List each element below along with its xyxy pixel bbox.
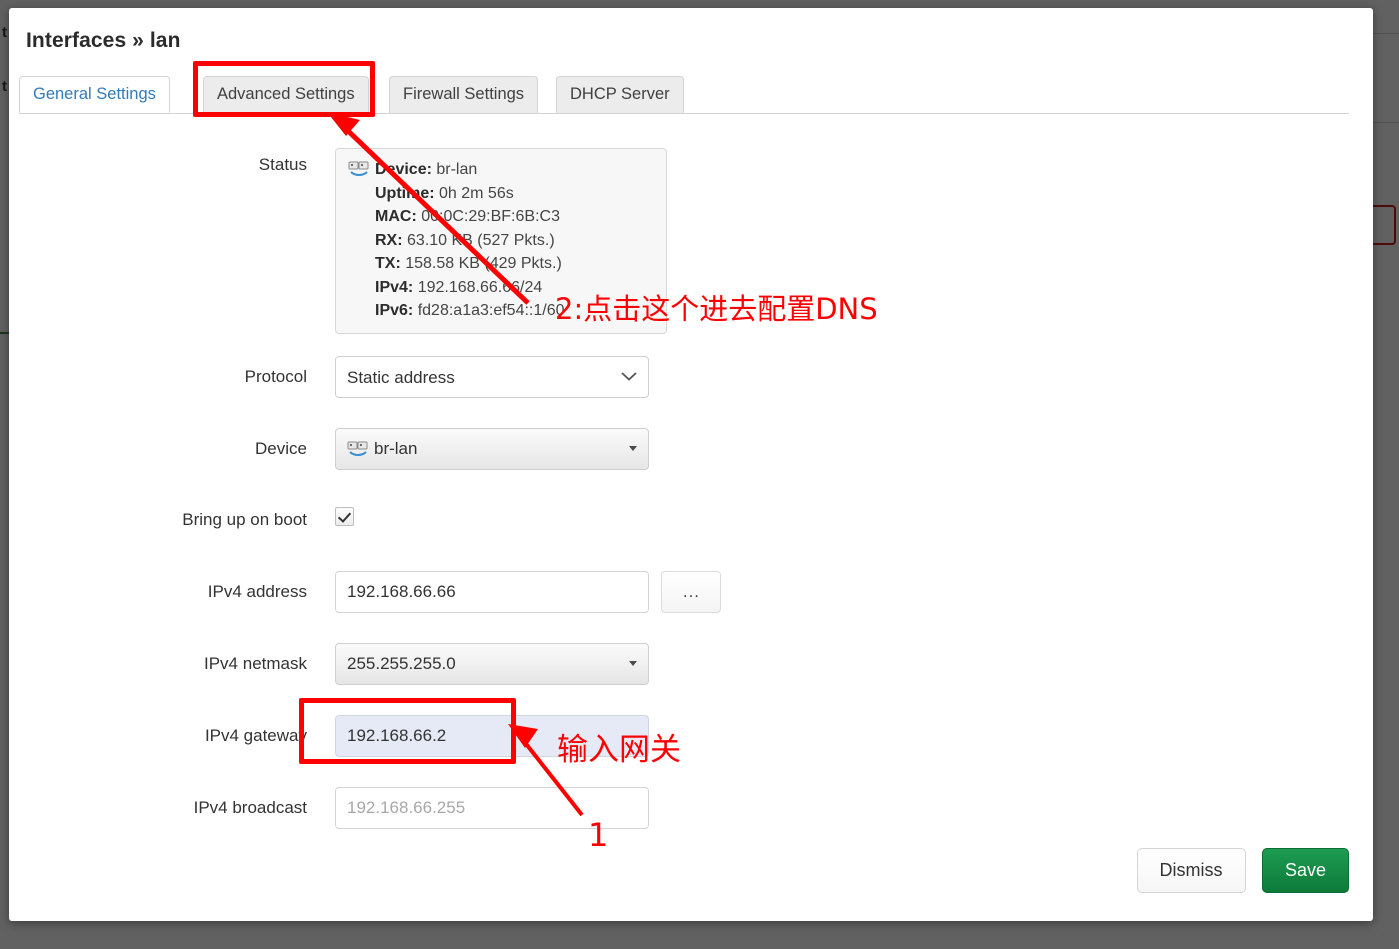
status-value-mac: 00:0C:29:BF:6B:C3 xyxy=(421,208,560,225)
status-line-mac: MAC: 00:0C:29:BF:6B:C3 xyxy=(348,205,654,229)
status-key-uptime: Uptime: xyxy=(375,184,435,202)
tab-general-settings-label: General Settings xyxy=(33,85,156,103)
status-line-tx: TX: 158.58 KB (429 Pkts.) xyxy=(348,252,654,276)
ipv4-address-input[interactable] xyxy=(335,571,649,613)
dismiss-button[interactable]: Dismiss xyxy=(1136,848,1246,893)
ipv4-gateway-label: IPv4 gateway xyxy=(204,726,307,745)
status-key-tx: TX: xyxy=(375,255,401,272)
ipv4-broadcast-label: IPv4 broadcast xyxy=(193,798,307,817)
status-label: Status xyxy=(258,155,307,174)
status-line-device: Device: br-lan xyxy=(348,158,654,182)
ipv4-netmask-label: IPv4 netmask xyxy=(204,654,307,673)
interface-status-box: Device: br-lan Uptime: 0h 2m 56s MAC: 00… xyxy=(335,148,667,334)
protocol-select[interactable]: Static address xyxy=(335,356,649,398)
ipv4-address-label: IPv4 address xyxy=(207,582,307,601)
tab-general-settings[interactable]: General Settings xyxy=(19,76,170,113)
tab-firewall-settings-label: Firewall Settings xyxy=(403,85,525,103)
status-value-tx: 158.58 KB (429 Pkts.) xyxy=(405,255,562,272)
tab-advanced-settings[interactable]: Advanced Settings xyxy=(203,76,369,113)
interface-config-dialog: Interfaces » lan General Settings Advanc… xyxy=(9,8,1373,921)
device-label: Device xyxy=(255,439,307,458)
status-value-ipv6: fd28:a1a3:ef54::1/60 xyxy=(417,302,565,319)
caret-down-icon xyxy=(629,661,637,666)
status-value-ipv4: 192.168.66.66/24 xyxy=(417,278,543,296)
status-line-uptime: Uptime: 0h 2m 56s xyxy=(348,182,654,206)
status-key-mac: MAC: xyxy=(375,208,417,225)
dialog-footer: Dismiss Save xyxy=(1136,848,1349,893)
device-select-value: br-lan xyxy=(374,439,418,458)
status-value-device: br-lan xyxy=(436,161,478,178)
bring-up-on-boot-label: Bring up on boot xyxy=(182,510,307,529)
tab-dhcp-server-label: DHCP Server xyxy=(570,85,670,103)
tab-firewall-settings[interactable]: Firewall Settings xyxy=(389,76,539,113)
protocol-label: Protocol xyxy=(244,367,307,386)
ipv4-address-more-button[interactable]: ... xyxy=(661,571,722,613)
status-line-ipv6: IPv6: fd28:a1a3:ef54::1/60 xyxy=(348,299,654,323)
status-key-device: Device: xyxy=(375,161,432,178)
status-key-ipv4: IPv4: xyxy=(375,278,414,296)
ipv4-broadcast-input[interactable] xyxy=(335,787,649,829)
network-bridge-icon xyxy=(347,432,369,456)
ipv4-netmask-select[interactable]: 255.255.255.0 xyxy=(335,643,649,685)
status-line-ipv4: IPv4: 192.168.66.66/24 xyxy=(348,276,654,300)
status-line-rx: RX: 63.10 KB (527 Pkts.) xyxy=(348,229,654,253)
status-value-rx: 63.10 KB (527 Pkts.) xyxy=(407,231,555,249)
ipv4-gateway-input[interactable] xyxy=(335,715,649,757)
status-value-uptime: 0h 2m 56s xyxy=(439,184,514,202)
bring-up-on-boot-checkbox[interactable] xyxy=(335,507,354,526)
ipv4-netmask-value: 255.255.255.0 xyxy=(347,654,456,673)
tab-dhcp-server[interactable]: DHCP Server xyxy=(556,76,684,113)
save-button[interactable]: Save xyxy=(1261,848,1349,893)
device-select[interactable]: br-lan xyxy=(335,428,649,470)
status-key-rx: RX: xyxy=(375,231,403,249)
status-key-ipv6: IPv6: xyxy=(375,302,414,319)
caret-down-icon xyxy=(629,446,637,451)
page-title: Interfaces » lan xyxy=(26,29,181,52)
tab-bar: General Settings Advanced Settings Firew… xyxy=(19,76,1349,114)
tab-advanced-settings-label: Advanced Settings xyxy=(217,85,355,103)
network-bridge-icon xyxy=(348,161,370,177)
